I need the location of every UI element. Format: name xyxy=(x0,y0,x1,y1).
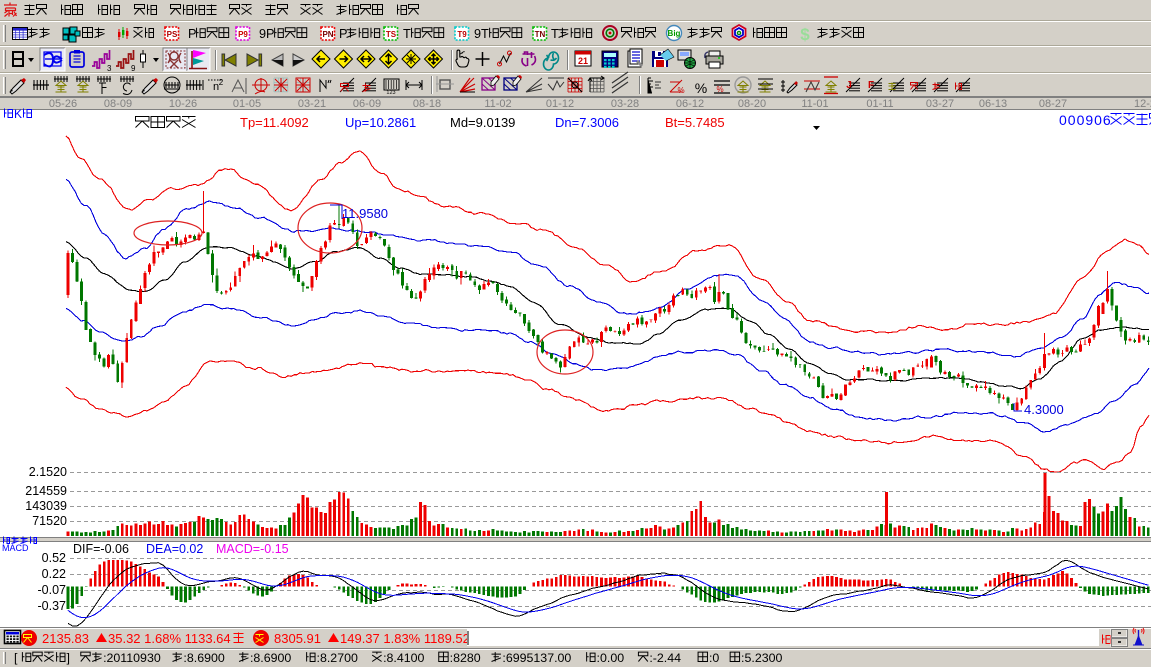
svg-text:08-09: 08-09 xyxy=(104,98,132,110)
svg-text:3: 3 xyxy=(107,64,112,73)
svg-text:-0.37: -0.37 xyxy=(38,599,67,613)
svg-text:9: 9 xyxy=(131,64,136,73)
svg-text:9T: 9T xyxy=(474,27,489,41)
svg-text:01-12: 01-12 xyxy=(546,98,574,110)
svg-text:$: $ xyxy=(800,25,810,44)
svg-text::6995137.00: :6995137.00 xyxy=(502,651,571,665)
svg-text:71520: 71520 xyxy=(32,514,67,528)
svg-text:K: K xyxy=(14,107,22,121)
svg-text::-2.44: :-2.44 xyxy=(649,651,681,665)
svg-text:Md=9.0139: Md=9.0139 xyxy=(450,115,515,130)
svg-text:2135.83: 2135.83 xyxy=(42,631,89,646)
svg-text:03-28: 03-28 xyxy=(611,98,639,110)
svg-text:Bt=5.7485: Bt=5.7485 xyxy=(665,115,725,130)
svg-text:DEA=0.02: DEA=0.02 xyxy=(146,542,203,556)
svg-text:01-11: 01-11 xyxy=(866,98,893,110)
svg-text:-0.07: -0.07 xyxy=(38,583,67,597)
svg-text:TS: TS xyxy=(386,30,397,39)
svg-text:01-05: 01-05 xyxy=(233,98,261,110)
svg-text:12-2: 12-2 xyxy=(1134,98,1151,110)
svg-text:03-27: 03-27 xyxy=(926,98,954,110)
svg-text:2: 2 xyxy=(219,78,224,87)
svg-text:06-12: 06-12 xyxy=(676,98,704,110)
svg-text:T: T xyxy=(551,27,559,41)
svg-text:PS: PS xyxy=(167,30,178,39)
svg-text:Big: Big xyxy=(668,29,681,38)
svg-text:T9: T9 xyxy=(457,30,467,39)
svg-text::5.2300: :5.2300 xyxy=(741,651,782,665)
svg-text:DIF=-0.06: DIF=-0.06 xyxy=(73,542,129,556)
svg-text:Up=10.2861: Up=10.2861 xyxy=(345,115,416,130)
svg-text:35.32 1.68% 1133.64: 35.32 1.68% 1133.64 xyxy=(108,631,231,646)
svg-text:Tp=11.4092: Tp=11.4092 xyxy=(240,115,309,130)
svg-text:08-18: 08-18 xyxy=(413,98,441,110)
svg-text:8305.91: 8305.91 xyxy=(274,631,321,646)
svg-text:%: % xyxy=(716,85,723,94)
svg-text:MACD: MACD xyxy=(2,543,29,553)
svg-text:149.37 1.83% 1189.52: 149.37 1.83% 1189.52 xyxy=(340,631,470,646)
svg-text:143039: 143039 xyxy=(25,499,67,513)
svg-text:214559: 214559 xyxy=(25,484,67,498)
svg-text:]: ] xyxy=(66,651,69,665)
svg-text::8280: :8280 xyxy=(450,651,481,665)
svg-text:MACD=-0.15: MACD=-0.15 xyxy=(216,542,289,556)
svg-text:0.52: 0.52 xyxy=(42,551,66,565)
svg-text:9P: 9P xyxy=(259,27,275,41)
svg-text:11.9580: 11.9580 xyxy=(342,206,388,221)
svg-text:123: 123 xyxy=(386,90,395,96)
svg-text::8.4100: :8.4100 xyxy=(383,651,424,665)
svg-text:%: % xyxy=(677,86,684,95)
svg-text:J: J xyxy=(846,80,852,91)
svg-text:21: 21 xyxy=(578,56,588,66)
svg-text::8.6900: :8.6900 xyxy=(183,651,224,665)
svg-text::8.2700: :8.2700 xyxy=(317,651,358,665)
svg-text::20110930: :20110930 xyxy=(103,651,161,665)
svg-text::0.00: :0.00 xyxy=(597,651,625,665)
svg-text:T: T xyxy=(403,27,411,41)
svg-text:Dn=7.3006: Dn=7.3006 xyxy=(555,115,619,130)
svg-text:11-02: 11-02 xyxy=(484,98,511,110)
svg-text::0: :0 xyxy=(709,651,719,665)
svg-text:08-20: 08-20 xyxy=(738,98,766,110)
svg-text:4.3000: 4.3000 xyxy=(1024,402,1064,417)
svg-text:08-27: 08-27 xyxy=(1039,98,1067,110)
svg-text:03-21: 03-21 xyxy=(298,98,326,110)
svg-text:06-13: 06-13 xyxy=(979,98,1007,110)
svg-text:11-01: 11-01 xyxy=(801,98,828,110)
svg-text:%: % xyxy=(695,80,707,96)
svg-text:PN: PN xyxy=(322,30,333,39)
svg-text:0.22: 0.22 xyxy=(42,567,66,581)
svg-text:06-09: 06-09 xyxy=(353,98,381,110)
svg-text:05-26: 05-26 xyxy=(49,98,77,110)
svg-text:[: [ xyxy=(14,651,18,665)
svg-text:P: P xyxy=(339,27,347,41)
svg-text:F: F xyxy=(868,80,874,91)
svg-text:P9: P9 xyxy=(238,30,248,39)
svg-text:10-26: 10-26 xyxy=(169,98,197,110)
svg-text::8.6900: :8.6900 xyxy=(250,651,291,665)
svg-text:2.1520: 2.1520 xyxy=(29,465,67,479)
svg-text:P: P xyxy=(188,27,196,41)
svg-text:000906: 000906 xyxy=(1059,112,1112,128)
svg-text:TN: TN xyxy=(535,30,546,39)
